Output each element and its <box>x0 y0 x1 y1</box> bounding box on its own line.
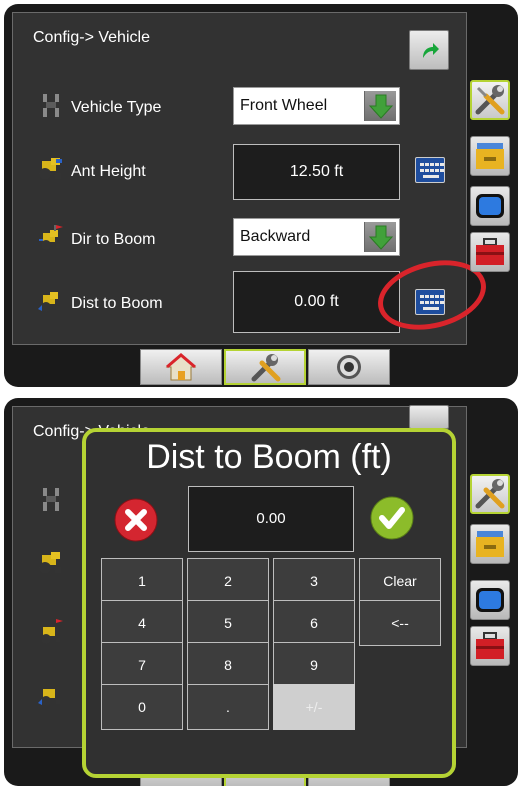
accept-button[interactable] <box>370 496 414 540</box>
vehicle-type-dropdown-arrow-icon[interactable] <box>364 91 396 121</box>
side-tab-toolbox[interactable] <box>470 232 510 272</box>
back-button[interactable] <box>409 30 449 70</box>
key-8[interactable]: 8 <box>187 642 269 688</box>
display-icon <box>476 588 504 612</box>
dist-to-boom-field[interactable]: 0.00 ft <box>233 271 400 333</box>
key-0[interactable]: 0 <box>101 684 183 730</box>
ant-height-label: Ant Height <box>71 163 146 180</box>
dialog-title: Dist to Boom (ft) <box>146 438 392 476</box>
key-plus-minus: +/- <box>273 684 355 730</box>
config-vehicle-screen-with-keypad: Config-> Vehicle Dist to Boom (ft) 0 <box>4 398 518 786</box>
wrench-screwdriver-icon <box>475 85 505 115</box>
dir-to-boom-icon <box>37 619 65 644</box>
vehicle-type-icon <box>37 487 65 511</box>
config-vehicle-screen: Config-> Vehicle Vehicle Type Front Whee… <box>4 4 518 387</box>
side-tab-display[interactable] <box>470 580 510 620</box>
key-3[interactable]: 3 <box>273 558 355 604</box>
back-arrow-icon <box>423 43 439 58</box>
dir-to-boom-dropdown-arrow-icon[interactable] <box>364 222 396 252</box>
ant-height-icon <box>37 157 65 181</box>
gauge-icon <box>337 355 361 379</box>
bottom-tab-home[interactable] <box>140 349 222 385</box>
ant-height-value: 12.50 ft <box>289 163 344 180</box>
home-icon <box>165 353 197 381</box>
dist-to-boom-label: Dist to Boom <box>71 295 163 312</box>
vehicle-type-value: Front Wheel <box>240 97 328 114</box>
page-title: Config-> Vehicle <box>33 29 150 46</box>
dir-to-boom-label: Dir to Boom <box>71 231 156 248</box>
key-5[interactable]: 5 <box>187 600 269 646</box>
side-tab-toolbox[interactable] <box>470 626 510 666</box>
vehicle-type-dropdown[interactable]: Front Wheel <box>233 87 400 125</box>
side-tab-files[interactable] <box>470 524 510 564</box>
keypad: 1 2 3 Clear 4 5 6 <-- 7 8 9 0 . +/- <box>101 558 441 770</box>
key-4[interactable]: 4 <box>101 600 183 646</box>
checkmark-icon <box>370 496 414 540</box>
key-clear[interactable]: Clear <box>359 558 441 604</box>
side-tab-tools[interactable] <box>470 474 510 514</box>
numeric-keypad-dialog: Dist to Boom (ft) 0.00 1 2 3 Clear 4 5 6… <box>82 428 456 778</box>
toolbox-icon <box>476 632 504 659</box>
vehicle-type-label: Vehicle Type <box>71 99 162 116</box>
dir-to-boom-icon <box>37 225 65 250</box>
key-9[interactable]: 9 <box>273 642 355 688</box>
value-display: 0.00 <box>188 486 354 552</box>
display-icon <box>476 194 504 218</box>
dist-to-boom-icon <box>37 289 65 313</box>
key-2[interactable]: 2 <box>187 558 269 604</box>
back-button[interactable] <box>409 405 449 429</box>
dir-to-boom-value: Backward <box>240 228 311 245</box>
side-tab-display[interactable] <box>470 186 510 226</box>
file-drawer-icon <box>476 531 504 557</box>
key-backspace[interactable]: <-- <box>359 600 441 646</box>
cancel-button[interactable] <box>114 498 158 542</box>
dist-to-boom-icon <box>37 683 65 707</box>
key-1[interactable]: 1 <box>101 558 183 604</box>
wrench-screwdriver-icon <box>475 479 505 509</box>
ant-height-keyboard-icon[interactable] <box>415 157 445 183</box>
ant-height-field[interactable]: 12.50 ft <box>233 144 400 200</box>
ant-height-icon <box>37 551 65 575</box>
side-tab-tools[interactable] <box>470 80 510 120</box>
toolbox-icon <box>476 238 504 265</box>
key-decimal[interactable]: . <box>187 684 269 730</box>
key-6[interactable]: 6 <box>273 600 355 646</box>
side-tab-files[interactable] <box>470 136 510 176</box>
bottom-tab-tools[interactable] <box>224 349 306 385</box>
key-7[interactable]: 7 <box>101 642 183 688</box>
wrench-screwdriver-icon <box>251 354 281 382</box>
bottom-tab-gauge[interactable] <box>308 349 390 385</box>
dist-to-boom-value: 0.00 ft <box>294 293 339 310</box>
file-drawer-icon <box>476 143 504 169</box>
dir-to-boom-dropdown[interactable]: Backward <box>233 218 400 256</box>
cancel-x-icon <box>114 498 158 542</box>
vehicle-type-icon <box>37 93 65 117</box>
